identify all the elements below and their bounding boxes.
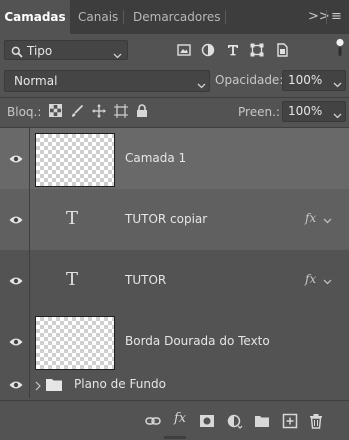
filter-kind-select[interactable]: Tipo bbox=[4, 40, 128, 60]
tab-camadas[interactable]: Camadas bbox=[0, 0, 70, 34]
lock-position-icon[interactable] bbox=[92, 104, 106, 118]
fx-icon[interactable]: fx bbox=[174, 411, 190, 427]
adjustment-filter-icon[interactable] bbox=[201, 43, 215, 57]
tab-divider bbox=[225, 10, 226, 24]
layer-name[interactable]: TUTOR copiar bbox=[125, 212, 207, 226]
delete-icon[interactable] bbox=[308, 413, 324, 429]
layer-row-borda-dourada[interactable]: Borda Dourada do Texto bbox=[0, 311, 349, 372]
layer-thumbnail bbox=[35, 316, 115, 370]
opacity-label: Opacidade: bbox=[215, 73, 284, 87]
lock-transparent-icon[interactable] bbox=[49, 104, 63, 118]
layer-row-tutor[interactable]: T TUTOR fx bbox=[0, 250, 349, 311]
layer-row-tutor-copiar[interactable]: T TUTOR copiar fx bbox=[0, 189, 349, 250]
layer-row-plano-de-fundo[interactable]: Plano de Fundo bbox=[0, 372, 349, 398]
tab-canais[interactable]: Canais bbox=[78, 0, 118, 34]
layer-name[interactable]: TUTOR bbox=[125, 273, 166, 287]
new-layer-icon[interactable] bbox=[282, 413, 298, 429]
text-layer-icon: T bbox=[66, 269, 79, 290]
visibility-eye-icon[interactable] bbox=[0, 311, 30, 372]
resize-grip[interactable] bbox=[164, 436, 186, 439]
type-filter-icon[interactable] bbox=[226, 43, 240, 57]
layer-row-camada-1[interactable]: Camada 1 bbox=[0, 128, 349, 189]
adjustment-layer-icon[interactable] bbox=[227, 413, 243, 429]
tab-divider bbox=[326, 10, 327, 24]
text-layer-icon: T bbox=[66, 208, 79, 229]
mask-icon[interactable] bbox=[199, 413, 215, 429]
opacity-field[interactable]: 100% bbox=[282, 70, 346, 91]
visibility-eye-icon[interactable] bbox=[0, 372, 30, 398]
layer-thumbnail bbox=[35, 133, 115, 187]
filter-kind-label: Tipo bbox=[27, 44, 53, 58]
folder-icon bbox=[46, 378, 62, 394]
tab-demarcadores[interactable]: Demarcadores bbox=[133, 0, 221, 34]
tab-divider bbox=[123, 10, 124, 24]
filter-toggle-switch[interactable] bbox=[336, 38, 344, 58]
blend-mode-select[interactable]: Normal bbox=[4, 70, 210, 92]
smart-object-filter-icon[interactable] bbox=[275, 43, 289, 57]
image-filter-icon[interactable] bbox=[177, 43, 191, 57]
fill-label: Preen.: bbox=[238, 105, 280, 119]
layers-panel: Camadas Canais Demarcadores >> ≡ Tipo No bbox=[0, 0, 349, 440]
opacity-value: 100% bbox=[288, 73, 323, 87]
layer-name[interactable]: Borda Dourada do Texto bbox=[125, 334, 270, 348]
lock-all-icon[interactable] bbox=[136, 104, 150, 118]
link-layers-icon[interactable] bbox=[145, 413, 161, 429]
visibility-eye-icon[interactable] bbox=[0, 189, 30, 250]
panel-tab-bar: Camadas Canais Demarcadores >> ≡ bbox=[0, 0, 349, 34]
shape-filter-icon[interactable] bbox=[250, 43, 264, 57]
chevron-down-icon bbox=[197, 76, 206, 96]
new-group-icon[interactable] bbox=[254, 413, 270, 429]
search-icon bbox=[11, 44, 23, 64]
layer-name[interactable]: Plano de Fundo bbox=[74, 377, 166, 391]
fill-value: 100% bbox=[288, 104, 323, 118]
section-divider bbox=[0, 97, 349, 98]
chevron-down-icon[interactable] bbox=[333, 107, 342, 126]
chevron-down-icon[interactable] bbox=[323, 214, 332, 228]
chevron-down-icon bbox=[113, 46, 122, 66]
visibility-eye-icon[interactable] bbox=[0, 250, 30, 311]
layers-footer-toolbar: fx bbox=[0, 400, 349, 440]
chevron-down-icon[interactable] bbox=[323, 275, 332, 289]
fx-badge-icon[interactable]: fx bbox=[305, 272, 316, 286]
lock-label: Bloq.: bbox=[7, 105, 42, 119]
blend-mode-value: Normal bbox=[14, 74, 58, 88]
chevron-right-icon[interactable] bbox=[35, 380, 41, 394]
fx-badge-icon[interactable]: fx bbox=[305, 211, 316, 225]
layer-name[interactable]: Camada 1 bbox=[125, 151, 186, 165]
panel-menu-button[interactable]: ≡ bbox=[331, 0, 342, 34]
lock-artboard-icon[interactable] bbox=[114, 104, 128, 118]
chevron-down-icon[interactable] bbox=[333, 76, 342, 95]
visibility-eye-icon[interactable] bbox=[0, 128, 30, 189]
lock-image-icon[interactable] bbox=[70, 104, 84, 118]
fill-field[interactable]: 100% bbox=[282, 101, 346, 122]
